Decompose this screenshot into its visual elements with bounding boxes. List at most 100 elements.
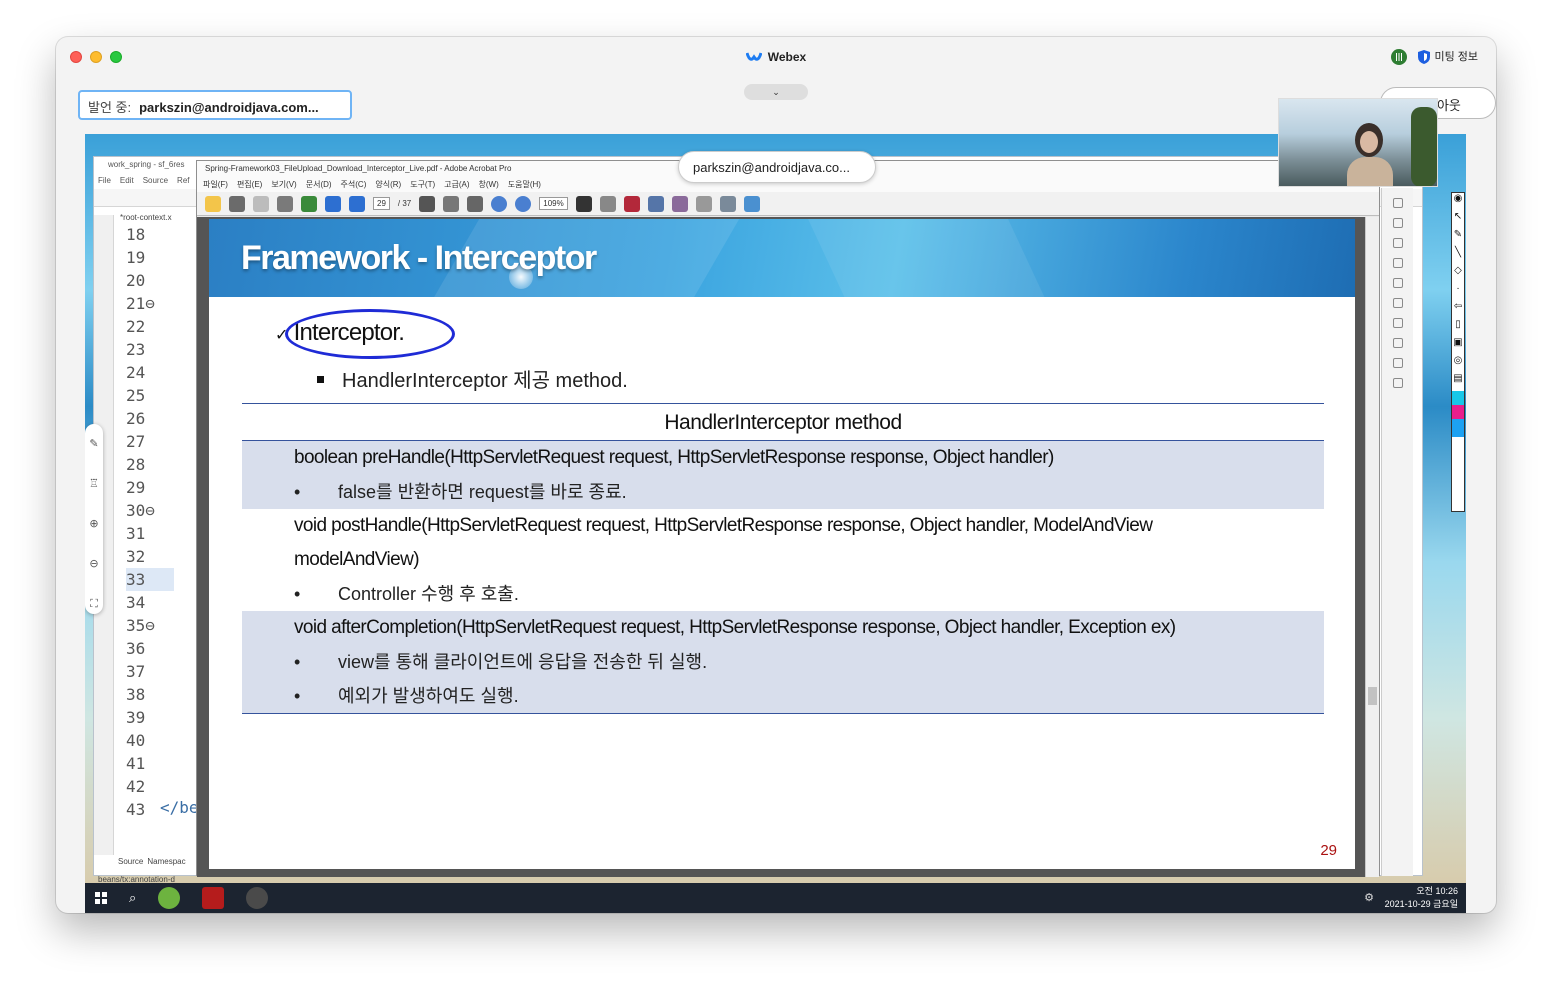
ellipse-annotation xyxy=(285,309,455,359)
code-text[interactable]: </be xyxy=(160,798,199,817)
bullet-dot: • xyxy=(294,686,301,706)
crop-icon[interactable] xyxy=(647,195,664,212)
video-background-tree xyxy=(1411,107,1437,186)
webex-logo-icon xyxy=(745,52,762,61)
acrobat-menu-window[interactable]: 창(W) xyxy=(479,179,499,191)
panel-tool-icon[interactable] xyxy=(1392,218,1403,228)
line-number: 38 xyxy=(126,685,146,704)
zoom-out-icon[interactable]: ⊖ xyxy=(85,544,103,584)
select-text-icon[interactable] xyxy=(419,195,436,212)
eclipse-menu-edit[interactable]: Edit xyxy=(120,176,134,188)
eye-icon[interactable]: ◉ xyxy=(1452,193,1464,211)
panel-tool-icon[interactable] xyxy=(1392,298,1403,308)
next-page-icon[interactable] xyxy=(349,195,365,212)
share-icon[interactable] xyxy=(301,195,317,212)
description-text: false를 반환하면 request를 바로 종료. xyxy=(338,482,627,502)
camera-icon[interactable]: ◎ xyxy=(1452,355,1464,373)
zoom-in-icon[interactable]: ⊕ xyxy=(85,504,103,544)
tab-namespaces[interactable]: Namespac xyxy=(147,857,185,866)
line-number: 21⊖ xyxy=(126,294,155,313)
acrobat-menu-tools[interactable]: 도구(T) xyxy=(410,179,435,191)
pencil-icon[interactable]: ✎ xyxy=(1452,229,1464,247)
meeting-info-button[interactable]: 미팅 정보 xyxy=(1417,48,1478,65)
acrobat-menu-forms[interactable]: 양식(R) xyxy=(375,179,401,191)
attach-icon[interactable] xyxy=(671,195,688,212)
shield-icon xyxy=(1418,50,1431,65)
previous-page-icon[interactable] xyxy=(325,195,341,212)
acrobat-toolbar: 29 / 37 109% xyxy=(197,192,1379,216)
dot-icon[interactable]: · xyxy=(1452,283,1464,301)
spring-tool-suite-icon[interactable] xyxy=(158,887,181,909)
zoom-in-icon[interactable] xyxy=(515,195,532,212)
windows-start-icon[interactable] xyxy=(95,892,107,904)
stamp-icon[interactable]: ▣ xyxy=(1452,337,1464,355)
zoom-level-select[interactable]: 109% xyxy=(539,197,568,210)
panel-tool-icon[interactable] xyxy=(1392,238,1403,248)
page-number-input[interactable]: 29 xyxy=(373,197,390,210)
editor-tab[interactable]: *root-context.x xyxy=(120,213,172,222)
table-row-aftercompletion: void afterCompletion(HttpServletRequest … xyxy=(242,611,1324,714)
ok-stamp-icon[interactable] xyxy=(599,195,616,212)
zoom-tool-icon[interactable] xyxy=(467,195,484,212)
taskbar-clock[interactable]: 오전 10:26 2021-10-29 금요일 xyxy=(1385,885,1458,911)
line-number: 24 xyxy=(126,363,146,382)
print-icon[interactable] xyxy=(229,195,245,212)
document-icon[interactable]: ▤ xyxy=(1452,373,1464,391)
eclipse-menu-file[interactable]: File xyxy=(98,176,111,188)
pen-icon[interactable]: ✎ xyxy=(85,424,103,464)
acrobat-menu-document[interactable]: 문서(D) xyxy=(306,179,332,191)
acrobat-menu-help[interactable]: 도움말(H) xyxy=(508,179,541,191)
panel-tool-icon[interactable] xyxy=(1392,338,1403,348)
undo-icon[interactable]: ⇦ xyxy=(1452,301,1464,319)
participant-video-tile[interactable] xyxy=(1278,98,1438,187)
save-icon[interactable] xyxy=(253,195,269,212)
color-blue-swatch[interactable] xyxy=(1452,419,1464,437)
app-taskbar-icon[interactable] xyxy=(246,887,269,909)
panel-tool-icon[interactable] xyxy=(1392,378,1403,388)
presenter-name-pill[interactable]: parkszin@androidjava.co... xyxy=(678,151,876,183)
fit-screen-icon[interactable]: ⛶ xyxy=(85,584,103,624)
panel-tool-icon[interactable] xyxy=(1392,318,1403,328)
color-magenta-swatch[interactable] xyxy=(1452,405,1464,419)
acrobat-menu-view[interactable]: 보기(V) xyxy=(271,179,296,191)
scrollbar-thumb[interactable] xyxy=(1368,687,1377,705)
tab-source[interactable]: Source xyxy=(118,857,143,866)
comment-icon[interactable] xyxy=(743,195,760,212)
acrobat-menu-comments[interactable]: 주석(C) xyxy=(341,179,367,191)
app-title-text: Webex xyxy=(767,50,807,64)
network-signal-icon[interactable] xyxy=(1391,48,1408,65)
eclipse-menu-refactor[interactable]: Ref xyxy=(177,176,189,188)
cursor-icon[interactable] xyxy=(575,195,592,212)
acrobat-taskbar-icon[interactable] xyxy=(202,887,225,909)
panel-tool-icon[interactable] xyxy=(1392,278,1403,288)
acrobat-menu-advanced[interactable]: 고급(A) xyxy=(444,179,469,191)
panel-tool-icon[interactable] xyxy=(1392,258,1403,268)
email-icon[interactable] xyxy=(277,195,293,212)
pointer-icon[interactable]: ↖ xyxy=(1452,211,1464,229)
text-box-icon[interactable] xyxy=(695,195,712,212)
hand-tool-icon[interactable] xyxy=(443,195,460,212)
search-icon[interactable]: ⌕ xyxy=(129,890,136,906)
panel-tool-icon[interactable] xyxy=(1392,358,1403,368)
panel-tool-icon[interactable] xyxy=(1392,198,1403,208)
system-tray-icon[interactable]: ⚙ xyxy=(1364,891,1374,904)
eclipse-menu-source[interactable]: Source xyxy=(143,176,168,188)
acrobat-menu-file[interactable]: 파일(F) xyxy=(203,179,228,191)
eraser-icon[interactable]: ◇ xyxy=(1452,265,1464,283)
zoom-out-icon[interactable] xyxy=(491,195,508,212)
trash-icon[interactable]: ▯ xyxy=(1452,319,1464,337)
vertical-scrollbar[interactable] xyxy=(1365,217,1379,877)
app-title: Webex xyxy=(56,50,1496,64)
form-icon[interactable] xyxy=(719,195,736,212)
bullet-dot: • xyxy=(294,584,301,604)
line-number: 18 xyxy=(126,225,146,244)
active-speaker-indicator[interactable]: 발언 중: parkszin@androidjava.com... xyxy=(78,90,352,120)
titlebar: Webex 미팅 정보 xyxy=(56,37,1496,77)
stamp-icon[interactable]: ♖ xyxy=(85,464,103,504)
color-cyan-swatch[interactable] xyxy=(1452,391,1464,405)
open-folder-icon[interactable] xyxy=(205,195,221,212)
collapse-toolbar-button[interactable]: ⌄ xyxy=(744,84,808,100)
line-icon[interactable]: ╲ xyxy=(1452,247,1464,265)
acrobat-sign-icon[interactable] xyxy=(623,195,640,212)
acrobat-menu-edit[interactable]: 편집(E) xyxy=(237,179,262,191)
